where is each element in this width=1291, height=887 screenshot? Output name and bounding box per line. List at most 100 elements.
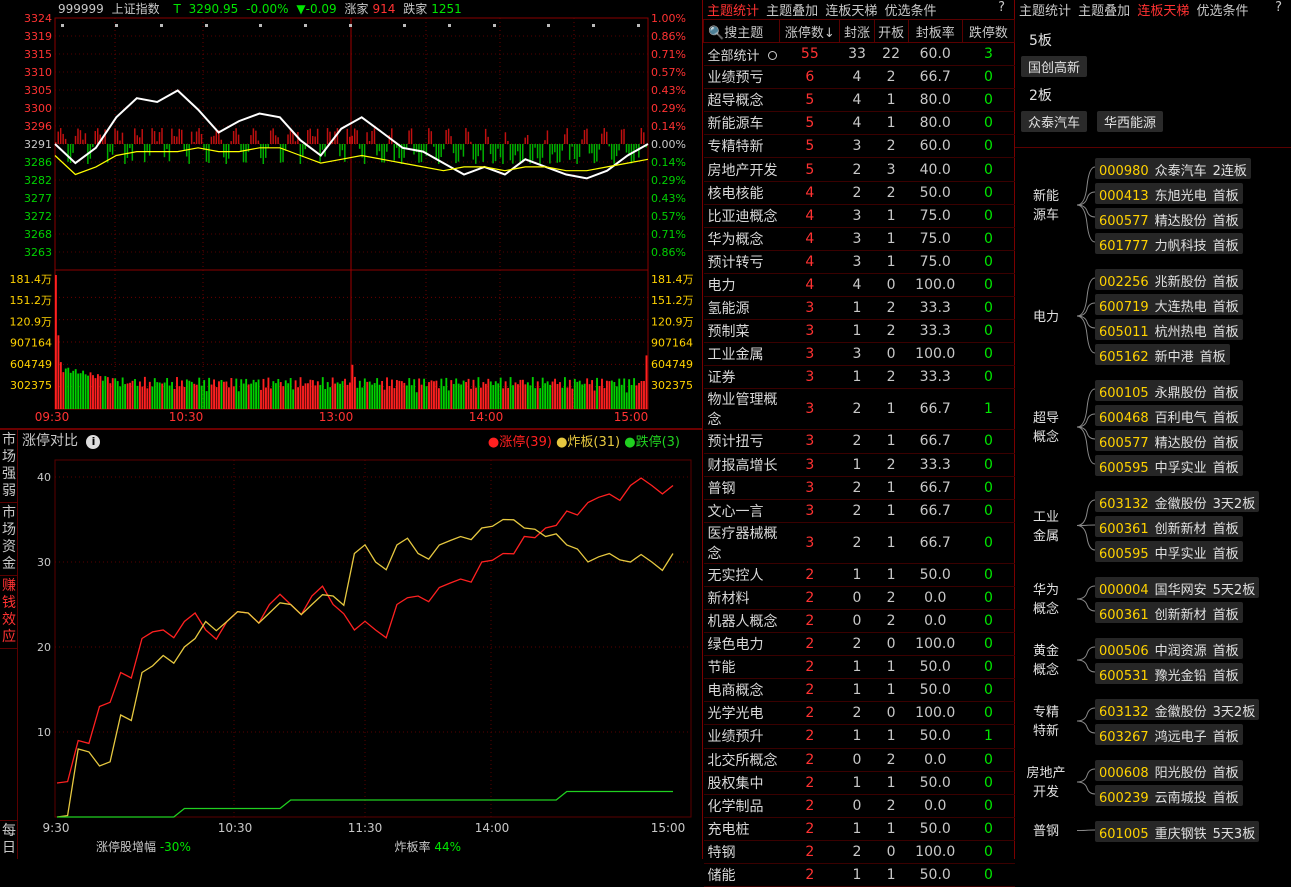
stock-name: 中润资源: [1154, 644, 1207, 659]
group-stock[interactable]: 600468 百利电气 首板: [1095, 405, 1243, 426]
table-row[interactable]: 医疗器械概念 3 2 1 66.7 0: [703, 522, 1015, 564]
table-row[interactable]: 普钢 3 2 1 66.7 0: [703, 476, 1015, 500]
group-stock[interactable]: 000004 国华网安 5天2板: [1095, 577, 1260, 598]
volume-bar: [566, 387, 569, 409]
table-row[interactable]: 电力 4 4 0 100.0 0: [703, 273, 1015, 298]
group-stock[interactable]: 002256 兆新股份 首板: [1095, 269, 1243, 290]
group-stock[interactable]: 000413 东旭光电 首板: [1095, 183, 1243, 204]
group-stock[interactable]: 600105 永鼎股份 首板: [1095, 380, 1243, 401]
table-row[interactable]: 证券 3 1 2 33.3 0: [703, 365, 1015, 390]
col-opened[interactable]: 开板: [873, 19, 909, 43]
col-limitup-count[interactable]: 涨停数↓: [779, 19, 841, 43]
help-icon[interactable]: ?: [998, 0, 1005, 15]
group-stock[interactable]: 600595 中孚实业 首板: [1095, 455, 1243, 476]
side-tab-daily[interactable]: 每日: [0, 820, 18, 859]
volume-bar: [620, 384, 623, 409]
help-icon-2[interactable]: ?: [1275, 0, 1282, 15]
legend-limitdown[interactable]: 跌停(3): [636, 435, 680, 450]
group-stock[interactable]: 600577 精达股份 首板: [1095, 430, 1243, 451]
table-row[interactable]: 化学制品 2 0 2 0.0 0: [703, 794, 1015, 818]
table-row[interactable]: 预计扭亏 3 2 1 66.7 0: [703, 429, 1015, 454]
tab-theme-stats[interactable]: 主题统计: [707, 4, 759, 19]
group-stock[interactable]: 000980 众泰汽车 2连板: [1095, 158, 1251, 179]
tab-theme-overlay-2[interactable]: 主题叠加: [1078, 4, 1130, 19]
group-stock[interactable]: 601777 力帆科技 首板: [1095, 233, 1243, 254]
opened-count: 1: [874, 88, 909, 113]
group-stock[interactable]: 600577 精达股份 首板: [1095, 208, 1243, 229]
group-stock[interactable]: 600531 豫光金铅 首板: [1095, 663, 1243, 684]
legend-broken[interactable]: 炸板(31): [567, 435, 620, 450]
table-row[interactable]: 文心一言 3 2 1 66.7 0: [703, 499, 1015, 523]
table-row[interactable]: 比亚迪概念 4 3 1 75.0 0: [703, 204, 1015, 228]
table-row[interactable]: 机器人概念 2 0 2 0.0 0: [703, 609, 1015, 634]
group-stock[interactable]: 000608 阳光股份 首板: [1095, 760, 1243, 781]
table-row[interactable]: 北交所概念 2 0 2 0.0 0: [703, 748, 1015, 772]
intraday-chart[interactable]: 3324 3319 3315 3310 3305 3300 3296 3291 3286 3282…: [0, 0, 702, 430]
side-tab-funds[interactable]: 市场资金: [0, 503, 18, 576]
group-stock[interactable]: 605011 杭州热电 首板: [1095, 319, 1243, 340]
tab-limit-ladder-2[interactable]: 连板天梯: [1137, 4, 1189, 19]
table-row[interactable]: 绿色电力 2 2 0 100.0 0: [703, 632, 1015, 657]
col-limitdown[interactable]: 跌停数: [961, 19, 1016, 43]
table-row[interactable]: 光学光电 2 2 0 100.0 0: [703, 701, 1015, 726]
ladder-stock[interactable]: 国创高新: [1021, 56, 1088, 77]
table-row[interactable]: 物业管理概念 3 2 1 66.7 1: [703, 388, 1015, 431]
theme-name: 绿色电力: [703, 632, 780, 657]
table-row[interactable]: 业绩预亏 6 4 2 66.7 0: [703, 65, 1015, 90]
tab-filter-2[interactable]: 优选条件: [1196, 4, 1248, 19]
table-row[interactable]: 业绩预升 2 1 1 50.0 1: [703, 724, 1015, 749]
table-row[interactable]: 工业金属 3 3 0 100.0 0: [703, 342, 1015, 367]
table-row[interactable]: 超导概念 5 4 1 80.0 0: [703, 88, 1015, 113]
side-tab-profit-effect[interactable]: 赚钱效应: [0, 576, 18, 649]
info-icon[interactable]: i: [86, 435, 101, 449]
group-stock[interactable]: 603132 金徽股份 3天2板: [1095, 699, 1260, 720]
table-row[interactable]: 房地产开发 5 2 3 40.0 0: [703, 157, 1015, 182]
refresh-icon[interactable]: [767, 50, 777, 60]
volume-bar: [121, 377, 124, 409]
table-row[interactable]: 财报高增长 3 1 2 33.3 0: [703, 453, 1015, 477]
table-row[interactable]: 氢能源 3 1 2 33.3 0: [703, 296, 1015, 321]
table-row[interactable]: 专精特新 5 3 2 60.0 0: [703, 134, 1015, 159]
group-stock[interactable]: 603132 金徽股份 3天2板: [1095, 491, 1260, 512]
group-stock[interactable]: 603267 鸿远电子 首板: [1095, 724, 1243, 745]
breadth-bar: [62, 133, 64, 144]
table-row[interactable]: 新能源车 5 4 1 80.0 0: [703, 111, 1015, 136]
col-seal-rate[interactable]: 封板率: [907, 19, 963, 43]
table-row[interactable]: 充电桩 2 1 1 50.0 0: [703, 817, 1015, 841]
breadth-bar: [139, 137, 141, 144]
table-row[interactable]: 电商概念 2 1 1 50.0 0: [703, 678, 1015, 703]
limitup-count: 4: [779, 181, 840, 205]
side-tab-strength[interactable]: 市场强弱: [0, 430, 18, 503]
group-stock[interactable]: 600361 创新新材 首板: [1095, 602, 1243, 623]
table-row[interactable]: 股权集中 2 1 1 50.0 0: [703, 771, 1015, 795]
table-row[interactable]: 预计转亏 4 3 1 75.0 0: [703, 250, 1015, 274]
tab-theme-stats-2[interactable]: 主题统计: [1019, 4, 1071, 19]
table-row[interactable]: 华为概念 4 3 1 75.0 0: [703, 227, 1015, 251]
breadth-bar: [210, 136, 213, 144]
table-row[interactable]: 节能 2 1 1 50.0 0: [703, 655, 1015, 680]
group-stock[interactable]: 600595 中孚实业 首板: [1095, 541, 1243, 562]
group-stock[interactable]: 601005 重庆钢铁 5天3板: [1095, 821, 1260, 842]
table-row[interactable]: 特钢 2 2 0 100.0 0: [703, 840, 1015, 865]
group-stock[interactable]: 605162 新中港 首板: [1095, 344, 1230, 365]
group-stock[interactable]: 000506 中润资源 首板: [1095, 638, 1243, 659]
tab-filter[interactable]: 优选条件: [884, 4, 936, 19]
group-stock[interactable]: 600239 云南城投 首板: [1095, 785, 1243, 806]
breadth-bar: [309, 128, 311, 144]
tab-limit-ladder[interactable]: 连板天梯: [825, 4, 877, 19]
search-theme-header[interactable]: 🔍搜主题: [702, 19, 781, 43]
tab-theme-overlay[interactable]: 主题叠加: [766, 4, 818, 19]
table-row[interactable]: 全部统计 55 33 22 60.0 3: [703, 42, 1015, 67]
table-row[interactable]: 核电核能 4 2 2 50.0 0: [703, 181, 1015, 205]
table-row[interactable]: 预制菜 3 1 2 33.3 0: [703, 319, 1015, 344]
legend-limitup[interactable]: 涨停(39): [499, 435, 552, 450]
ladder-stock[interactable]: 众泰汽车: [1021, 111, 1088, 132]
table-row[interactable]: 无实控人 2 1 1 50.0 0: [703, 563, 1015, 587]
group-stock[interactable]: 600719 大连热电 首板: [1095, 294, 1243, 315]
table-row[interactable]: 储能 2 1 1 50.0 0: [703, 863, 1015, 887]
ladder-stock[interactable]: 华西能源: [1097, 111, 1164, 132]
table-row[interactable]: 新材料 2 0 2 0.0 0: [703, 586, 1015, 610]
group-stock[interactable]: 600361 创新新材 首板: [1095, 516, 1243, 537]
stock-name: 创新新材: [1154, 522, 1207, 537]
col-sealed[interactable]: 封涨: [839, 19, 875, 43]
